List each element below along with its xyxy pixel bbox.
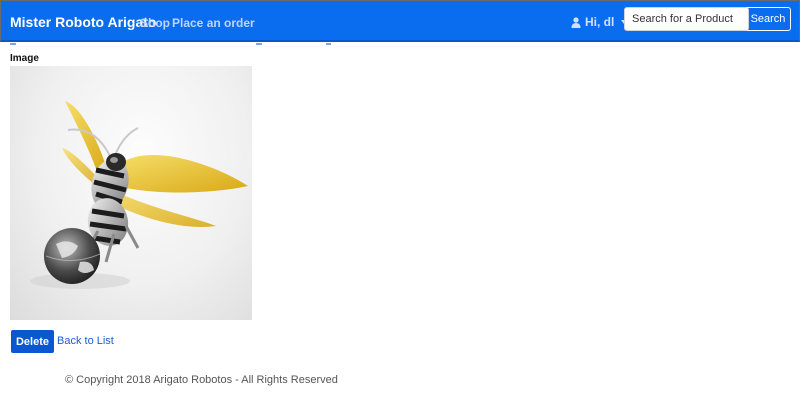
user-greeting: Hi, dl (585, 15, 615, 29)
clipped-link-remnant (326, 43, 331, 45)
brand-link[interactable]: Mister Roboto Arigato (10, 14, 156, 30)
footer-copyright: © Copyright 2018 Arigato Robotos - All R… (65, 374, 338, 386)
clipped-link-remnant (10, 43, 16, 45)
user-icon (571, 16, 581, 28)
search-button[interactable]: Search (745, 7, 791, 31)
top-navbar: Mister Roboto Arigato Shop Place an orde… (0, 0, 800, 42)
image-field-label: Image (10, 53, 39, 64)
search-input[interactable] (624, 7, 749, 31)
user-dropdown[interactable]: Hi, dl (571, 14, 628, 30)
nav-link-shop[interactable]: Shop (140, 16, 170, 30)
back-to-list-link[interactable]: Back to List (57, 335, 114, 347)
product-image (10, 66, 252, 320)
delete-button[interactable]: Delete (11, 330, 54, 353)
nav-link-place-order[interactable]: Place an order (172, 16, 255, 30)
clipped-link-remnant (256, 43, 262, 45)
